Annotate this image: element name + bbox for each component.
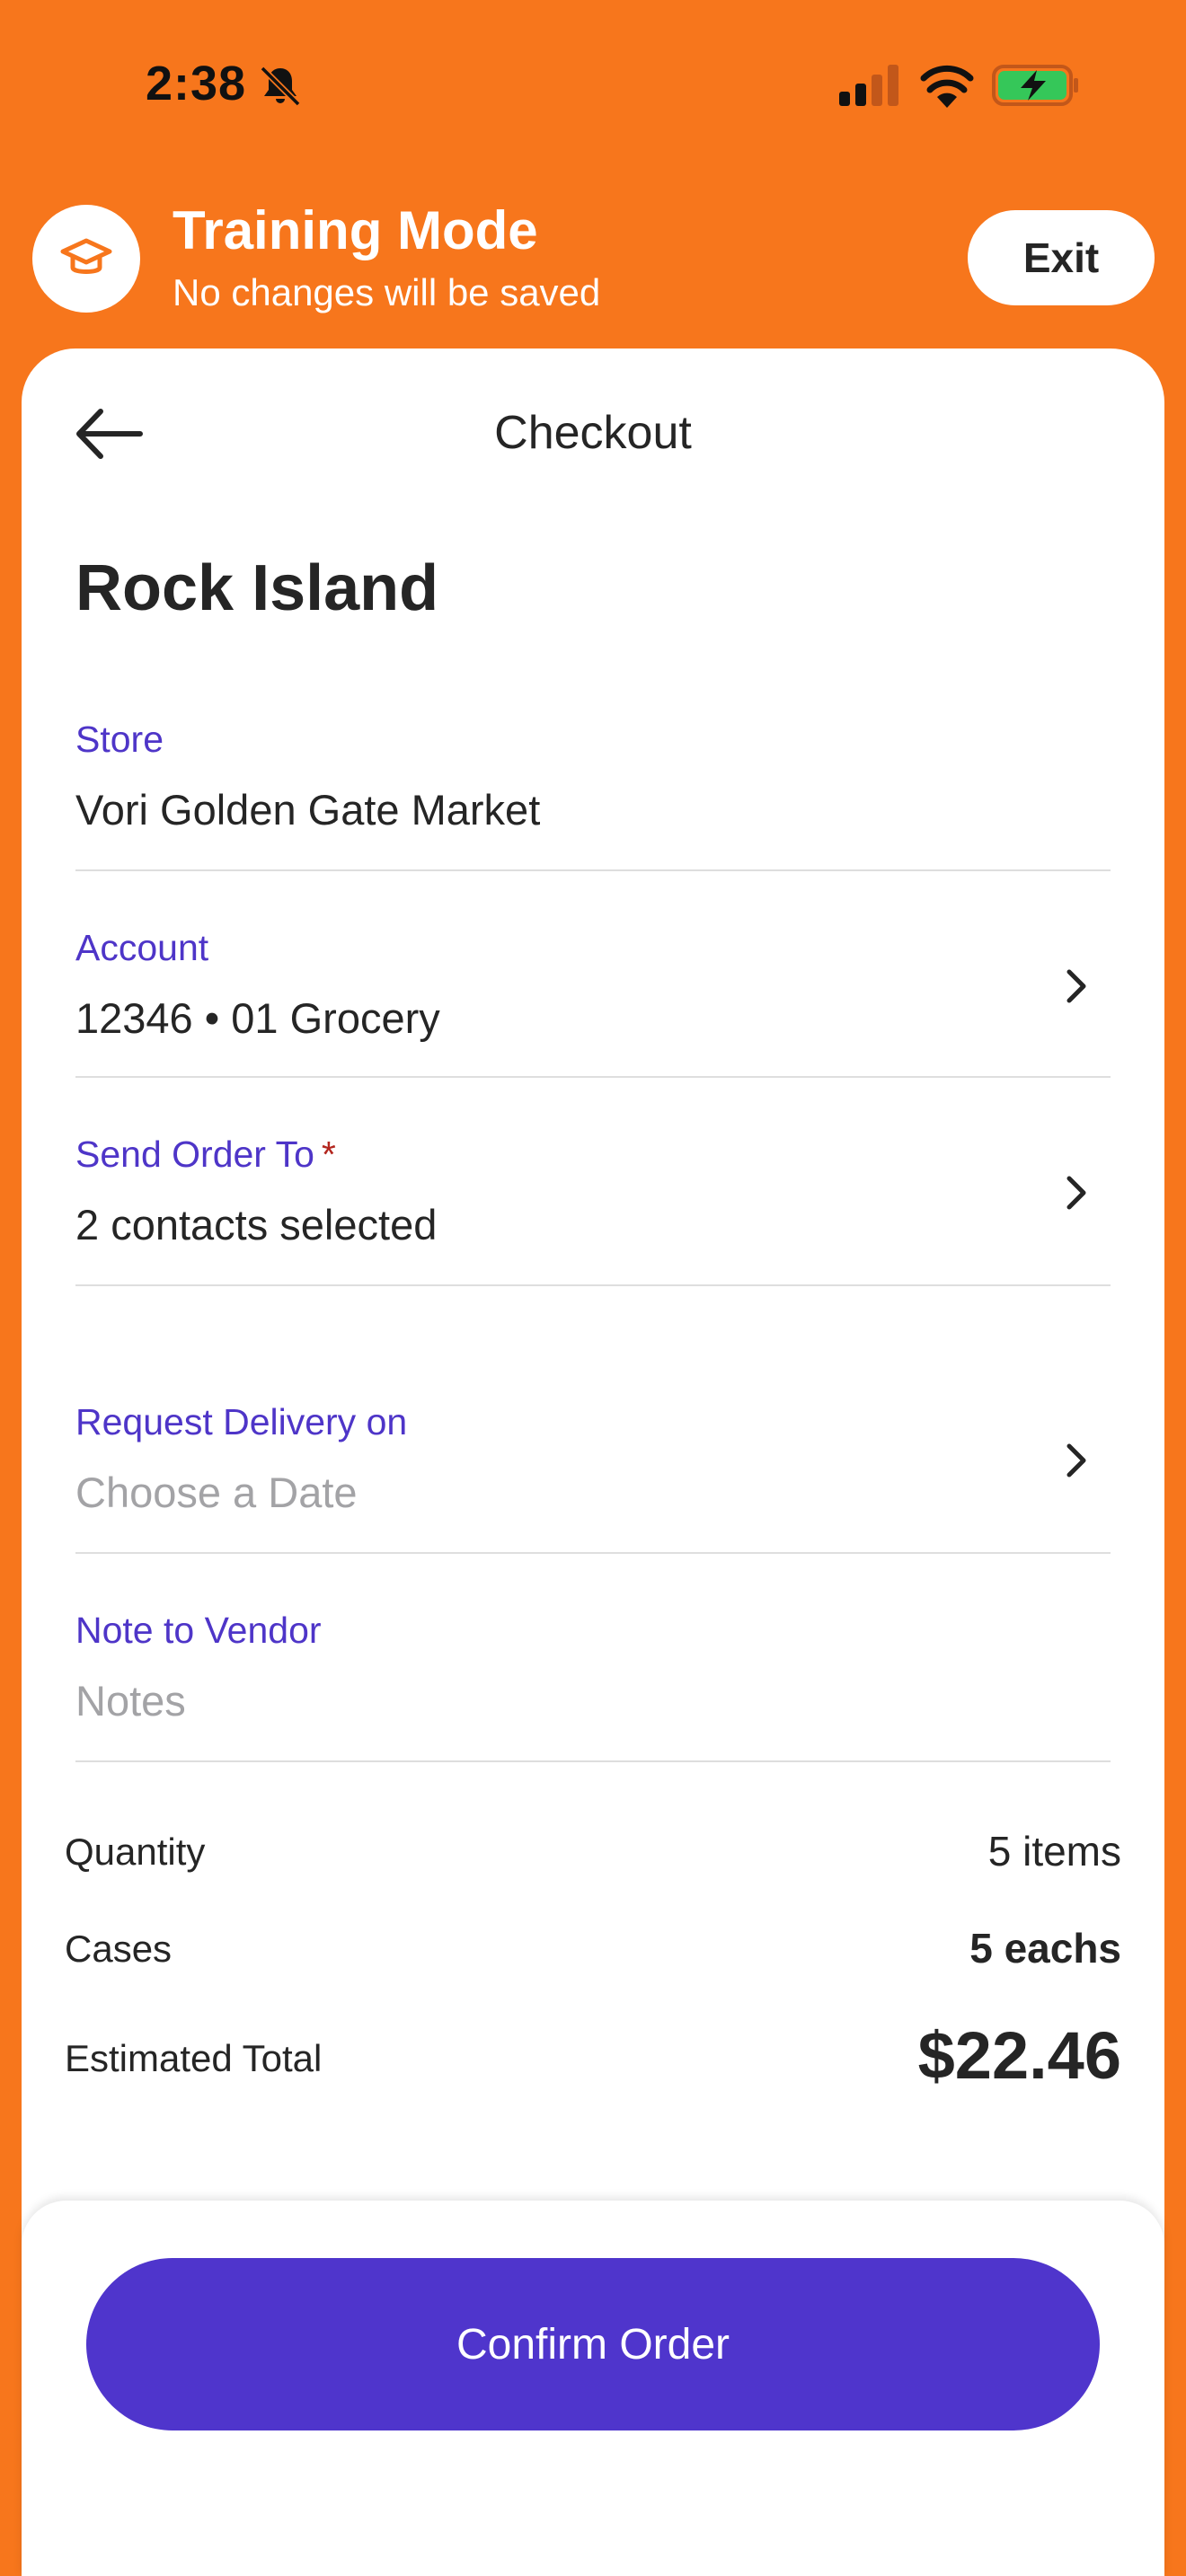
wifi-icon (920, 65, 974, 108)
training-mode-subtitle: No changes will be saved (173, 271, 601, 313)
delivery-date-label: Request Delivery on (75, 1401, 408, 1442)
page-title: Checkout (494, 407, 692, 459)
send-order-to-label: Send Order To * (75, 1134, 336, 1175)
checkout-screen: 2:38 Training Mode No changes will be sa… (0, 0, 1186, 2576)
required-mark: * (321, 1134, 336, 1175)
training-badge (32, 205, 140, 313)
confirm-order-button[interactable]: Confirm Order (86, 2258, 1100, 2430)
graduation-cap-icon (60, 238, 112, 274)
divider (75, 1284, 1111, 1286)
store-field: Store Vori Golden Gate Market (75, 710, 1111, 871)
bell-slash-icon (260, 66, 301, 107)
cellular-signal-icon (839, 65, 898, 106)
quantity-value: 5 items (987, 1828, 1121, 1875)
cases-label: Cases (65, 1928, 173, 1970)
note-to-vendor-label: Note to Vendor (75, 1610, 322, 1651)
divider (75, 1760, 1111, 1762)
battery-charging-icon (992, 65, 1078, 106)
account-value: 12346 • 01 Grocery (75, 994, 440, 1042)
delivery-date-placeholder: Choose a Date (75, 1469, 358, 1516)
account-field[interactable]: Account 12346 • 01 Grocery (75, 916, 1111, 1080)
send-order-to-value: 2 contacts selected (75, 1201, 438, 1248)
chevron-right-icon (1067, 1176, 1086, 1210)
divider (75, 1552, 1111, 1554)
quantity-label: Quantity (65, 1831, 206, 1873)
cases-value: 5 eachs (969, 1925, 1121, 1972)
store-label: Store (75, 719, 164, 760)
training-mode-title: Training Mode (173, 200, 538, 260)
estimated-total-label: Estimated Total (65, 2037, 323, 2079)
chevron-right-icon (1067, 969, 1086, 1003)
exit-training-button[interactable]: Exit (968, 210, 1155, 305)
vendor-name: Rock Island (75, 552, 439, 624)
estimated-total-value: $22.46 (917, 2018, 1121, 2093)
status-bar: 2:38 (0, 0, 1186, 171)
notes-input[interactable]: Notes (75, 1676, 186, 1725)
store-value: Vori Golden Gate Market (75, 786, 541, 834)
note-to-vendor-field[interactable]: Note to Vendor Notes (75, 1599, 1111, 1762)
status-time: 2:38 (146, 57, 247, 110)
account-label: Account (75, 927, 209, 968)
send-order-to-field[interactable]: Send Order To * 2 contacts selected (75, 1123, 1111, 1286)
divider (75, 869, 1111, 871)
chevron-right-icon (1067, 1443, 1086, 1478)
divider (75, 1076, 1111, 1078)
delivery-date-field[interactable]: Request Delivery on Choose a Date (75, 1390, 1111, 1554)
